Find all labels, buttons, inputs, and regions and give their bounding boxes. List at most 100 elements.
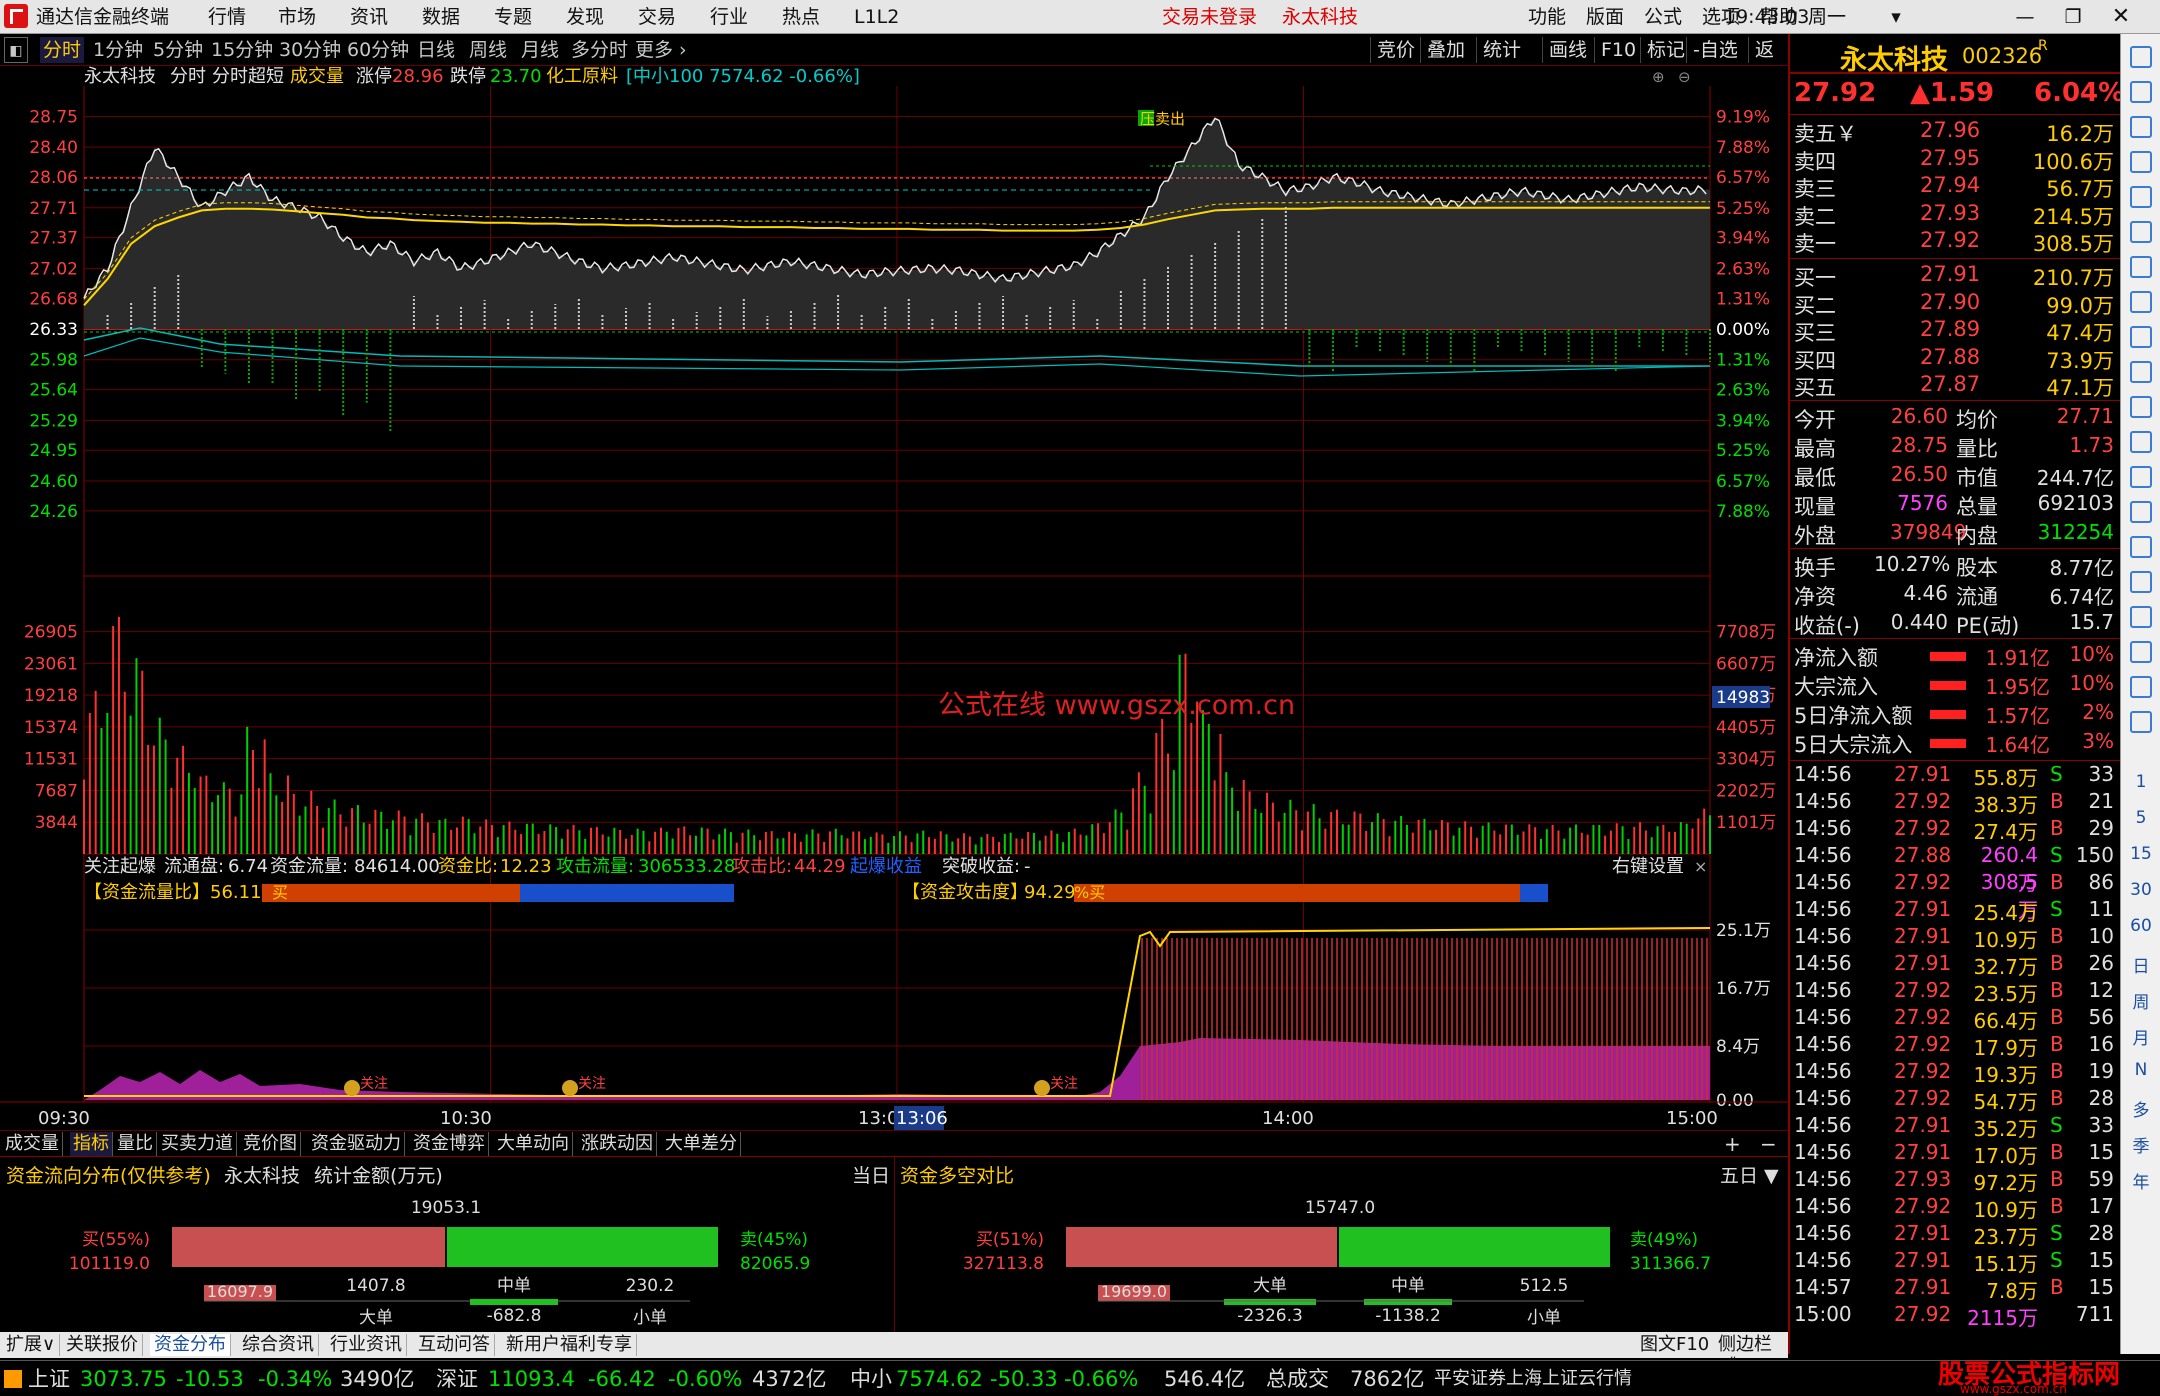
period-tab-3[interactable]: 15分钟 (208, 37, 276, 63)
restore-icon[interactable]: ❐ (2058, 4, 2088, 30)
toolbar-button-0[interactable]: 竞价 (1370, 37, 1415, 63)
remove-indicator-icon[interactable]: − (1760, 1132, 1777, 1156)
sidebar-label-2[interactable]: 15 (2121, 844, 2160, 864)
sidebar-ex-icon[interactable] (2130, 711, 2152, 733)
info-tab-2[interactable]: 资金分布 (150, 1334, 231, 1356)
toolbar-button-4[interactable]: F10 (1594, 37, 1636, 63)
indicator-tab-0[interactable]: 成交量 (2, 1132, 63, 1156)
sidebar-link-icon[interactable] (2130, 466, 2152, 488)
indicator-tab-4[interactable]: 竞价图 (240, 1132, 301, 1156)
chart-expand-icon[interactable]: ⊕ (1652, 68, 1665, 86)
period-tab-9[interactable]: 多分时 (568, 37, 631, 63)
sidebar-arrow-up-icon[interactable] (2130, 46, 2152, 68)
menu-item-4[interactable]: 专题 (494, 4, 532, 30)
info-tab-4[interactable]: 行业资讯 (326, 1334, 407, 1356)
indicator-tab-5[interactable]: 资金驱动力 (308, 1132, 405, 1156)
period-tab-4[interactable]: 30分钟 (276, 37, 344, 63)
sidebar-label-8[interactable]: N (2121, 1060, 2160, 1080)
info-tab-right-1[interactable]: 侧边栏《 (1714, 1334, 1788, 1377)
sidebar-label-10[interactable]: 季 (2121, 1132, 2160, 1157)
menu-item-6[interactable]: 交易 (638, 4, 676, 30)
intraday-chart[interactable]: 永太科技 分时 分时超短 成交量 涨停 28.96 跌停 23.70 化工原料 [中小100 75… (0, 66, 1788, 1136)
toolbar-button-3[interactable]: 画线 (1542, 37, 1587, 63)
menu-item-2[interactable]: 资讯 (350, 4, 388, 30)
sidebar-candle-icon[interactable] (2130, 256, 2152, 278)
toolbar-button-6[interactable]: -自选 (1686, 37, 1738, 63)
indicator-tab-7[interactable]: 大单动向 (494, 1132, 573, 1156)
toolbar-button-7[interactable]: 返回 (1748, 37, 1788, 87)
period-tab-7[interactable]: 周线 (466, 37, 510, 63)
sidebar-circle-icon[interactable] (2130, 501, 2152, 523)
toolbar-button-5[interactable]: 标记 (1640, 37, 1685, 63)
sidebar-arrow-down-icon[interactable] (2130, 116, 2152, 138)
dropdown-arrow-icon[interactable]: ▾ (1876, 4, 1916, 30)
sidebar-label-6[interactable]: 周 (2121, 988, 2160, 1013)
right-menu-item-3[interactable]: 选项 (1702, 4, 1740, 30)
indicator-tab-2[interactable]: 量比 (114, 1132, 157, 1156)
flow-today[interactable]: 当日 (852, 1161, 890, 1188)
trade-status[interactable]: 交易未登录 (1162, 4, 1257, 30)
sidebar-line-chart-icon[interactable] (2130, 221, 2152, 243)
info-tab-right-0[interactable]: 图文F10 (1636, 1334, 1713, 1356)
sidebar-grid-icon[interactable] (2130, 186, 2152, 208)
menu-item-5[interactable]: 发现 (566, 4, 604, 30)
right-menu-item-1[interactable]: 版面 (1586, 4, 1624, 30)
menu-item-8[interactable]: 热点 (782, 4, 820, 30)
sh-name[interactable]: 上证 (28, 1366, 70, 1392)
menu-item-0[interactable]: 行情 (208, 4, 246, 30)
minimize-icon[interactable]: — (2010, 4, 2040, 30)
menu-item-3[interactable]: 数据 (422, 4, 460, 30)
toolbar-button-2[interactable]: 统计 (1476, 37, 1521, 63)
sidebar-list-icon[interactable] (2130, 151, 2152, 173)
sidebar-label-4[interactable]: 60 (2121, 916, 2160, 936)
toolbar-button-1[interactable]: 叠加 (1420, 37, 1465, 63)
period-tab-2[interactable]: 5分钟 (150, 37, 206, 63)
period-tab-10[interactable]: 更多 › (632, 37, 690, 63)
sidebar-doc-icon[interactable] (2130, 361, 2152, 383)
period-tab-5[interactable]: 60分钟 (344, 37, 412, 63)
menu-item-9[interactable]: L1L2 (854, 4, 899, 30)
indicator-tab-1[interactable]: 指标 (70, 1132, 113, 1156)
info-tab-1[interactable]: 关联报价 (62, 1334, 143, 1356)
period-tab-1[interactable]: 1分钟 (90, 37, 146, 63)
sidebar-label-0[interactable]: 1 (2121, 772, 2160, 792)
sidebar-label-5[interactable]: 日 (2121, 952, 2160, 977)
menu-item-7[interactable]: 行业 (710, 4, 748, 30)
sidebar-label-1[interactable]: 5 (2121, 808, 2160, 828)
sidebar-pct-icon[interactable] (2130, 606, 2152, 628)
sidebar-label-11[interactable]: 年 (2121, 1168, 2160, 1193)
right-menu-item-2[interactable]: 公式 (1644, 4, 1682, 30)
indicator-tab-3[interactable]: 买卖力道 (158, 1132, 237, 1156)
sidebar-table-icon[interactable] (2130, 291, 2152, 313)
layout-toggle-icon[interactable]: ◧ (4, 37, 28, 63)
info-tab-6[interactable]: 新用户福利专享 (502, 1334, 637, 1356)
info-tab-0[interactable]: 扩展∨ (2, 1334, 61, 1356)
indicator-tab-6[interactable]: 资金博弈 (410, 1132, 489, 1156)
sidebar-fin-icon[interactable] (2130, 326, 2152, 348)
sidebar-label-3[interactable]: 30 (2121, 880, 2160, 900)
sidebar-f2-icon[interactable] (2130, 431, 2152, 453)
info-tab-5[interactable]: 互动问答 (414, 1334, 495, 1356)
chart-collapse-icon[interactable]: ⊖ (1678, 68, 1691, 86)
period-tab-0[interactable]: 分时 (40, 37, 85, 63)
right-menu-item-4[interactable]: 帮助 (1760, 4, 1798, 30)
sz-name[interactable]: 深证 (436, 1366, 478, 1392)
sidebar-f-icon[interactable] (2130, 396, 2152, 418)
close-icon[interactable]: ✕ (2106, 4, 2136, 30)
indicator-tab-8[interactable]: 涨跌动因 (578, 1132, 657, 1156)
ind-settings[interactable]: 右键设置 (1612, 856, 1684, 877)
menu-item-1[interactable]: 市场 (278, 4, 316, 30)
right-menu-item-0[interactable]: 功能 (1528, 4, 1566, 30)
ind-close-icon[interactable]: × (1694, 857, 1707, 876)
sidebar-label-7[interactable]: 月 (2121, 1024, 2160, 1049)
add-indicator-icon[interactable]: + (1724, 1132, 1741, 1156)
indicator-tab-9[interactable]: 大单差分 (662, 1132, 741, 1156)
sidebar-fs-icon[interactable] (2130, 676, 2152, 698)
sidebar-pie-icon[interactable] (2130, 571, 2152, 593)
flow-period-select[interactable]: 五日 ▼ (1720, 1161, 1779, 1188)
period-tab-8[interactable]: 月线 (518, 37, 562, 63)
sidebar-arrow-up-2-icon[interactable] (2130, 81, 2152, 103)
sidebar-label-9[interactable]: 多 (2121, 1096, 2160, 1121)
period-tab-6[interactable]: 日线 (414, 37, 458, 63)
info-tab-3[interactable]: 综合资讯 (238, 1334, 319, 1356)
